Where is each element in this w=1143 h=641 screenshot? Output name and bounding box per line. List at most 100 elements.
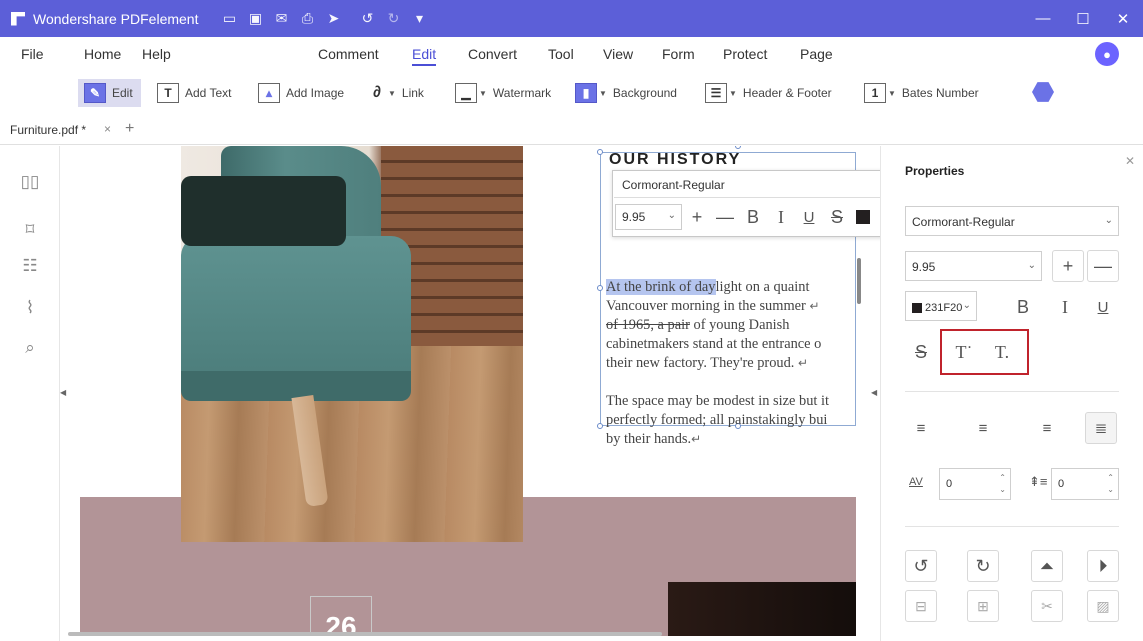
align-center-button[interactable]: ≡ (967, 412, 999, 444)
menu-form[interactable]: Form (662, 46, 695, 62)
redo-icon[interactable]: ↻ (380, 10, 406, 27)
add-image-button[interactable]: ▴ Add Image (258, 79, 344, 107)
link-button[interactable]: ∂ ▼ Link (366, 79, 424, 107)
title-bar: Wondershare PDFelement ▭ ▣ ✉ ⎙ ➤ ↺ ↻ ▾ —… (0, 0, 1143, 37)
background-button[interactable]: ▮ ▼ Background (575, 79, 677, 107)
properties-font-select[interactable]: Cormorant-Regular ⌄ (905, 206, 1119, 236)
resize-handle[interactable] (597, 285, 603, 291)
menu-tool[interactable]: Tool (548, 46, 574, 62)
character-spacing-icon: AV (909, 476, 923, 488)
heading-fragment: OUR HISTORY (609, 151, 742, 165)
background-icon: ▮ (575, 83, 597, 103)
line-spacing-icon: ⇞≡ (1029, 474, 1048, 489)
customize-icon[interactable]: ▾ (406, 10, 432, 27)
header-footer-icon: ☰ (705, 83, 727, 103)
rotate-right-icon[interactable]: ↻ (967, 550, 999, 582)
line-spacing-input[interactable]: 0 ⌃ ⌄ (1051, 468, 1119, 500)
menu-home[interactable]: Home (84, 46, 121, 62)
justify-button[interactable]: ≣ (1085, 412, 1117, 444)
decrease-size-button[interactable]: — (1087, 250, 1119, 282)
flip-horizontal-icon[interactable]: ⏵ (1087, 550, 1119, 582)
menu-help[interactable]: Help (142, 46, 171, 62)
print-icon[interactable]: ⎙ (294, 10, 320, 27)
save-icon[interactable]: ▣ (242, 10, 268, 27)
maximize-button[interactable]: ☐ (1063, 0, 1103, 37)
resize-handle[interactable] (597, 149, 603, 155)
crop-icon[interactable]: ✂ (1031, 590, 1063, 622)
replace-image-icon[interactable]: ▨ (1087, 590, 1119, 622)
align-bottom-icon[interactable]: ⊟ (905, 590, 937, 622)
selected-text[interactable]: At the brink of day (606, 279, 716, 295)
rotate-left-icon[interactable]: ↺ (905, 550, 937, 582)
menu-protect[interactable]: Protect (723, 46, 767, 62)
menu-file[interactable]: File (21, 46, 44, 62)
edit-icon: ✎ (84, 83, 106, 103)
strikethrough-button[interactable]: S (905, 336, 937, 368)
properties-size-select[interactable]: 9.95 ⌄ (905, 251, 1042, 281)
mail-icon[interactable]: ✉ (268, 10, 294, 27)
undo-icon[interactable]: ↺ (354, 10, 380, 27)
flip-vertical-icon[interactable]: ⏶ (1031, 550, 1063, 582)
bold-button[interactable]: B (740, 204, 766, 230)
font-size-select[interactable]: 9.95 ⌄ (615, 204, 682, 230)
add-text-button[interactable]: T Add Text (157, 79, 231, 107)
spinner-arrows-icon[interactable]: ⌃ ⌄ (1107, 472, 1114, 496)
menu-view[interactable]: View (603, 46, 633, 62)
app-title: Wondershare PDFelement (33, 10, 199, 27)
horizontal-scrollbar[interactable] (68, 632, 662, 636)
menu-page[interactable]: Page (800, 46, 833, 62)
bates-number-icon: 1 (864, 83, 886, 103)
user-avatar-icon[interactable]: ● (1095, 42, 1119, 66)
italic-button[interactable]: I (1049, 291, 1081, 323)
bold-button[interactable]: B (1007, 291, 1039, 323)
collapse-right-panel-icon[interactable]: ◀ (871, 388, 877, 397)
underline-button[interactable]: U (796, 204, 822, 230)
thumbnails-icon[interactable]: ▯▯ (18, 170, 42, 194)
document-tab[interactable]: Furniture.pdf * (10, 123, 86, 137)
new-tab-icon[interactable]: + (125, 120, 134, 138)
bates-number-label: Bates Number (901, 86, 979, 100)
strikethrough-button[interactable]: S (824, 204, 850, 230)
collapse-left-panel-icon[interactable]: ◀ (60, 388, 66, 397)
spinner-arrows-icon[interactable]: ⌃ ⌄ (999, 472, 1006, 496)
menu-edit[interactable]: Edit (412, 46, 437, 66)
increase-size-button[interactable]: + (684, 204, 710, 230)
tab-close-icon[interactable]: × (104, 122, 111, 136)
sofa-photo[interactable] (181, 146, 523, 542)
menu-comment[interactable]: Comment (318, 46, 379, 62)
chevron-down-icon: ⌄ (667, 210, 676, 221)
background-dropdown-icon: ▼ (599, 88, 607, 98)
search-icon[interactable]: ⌕ (18, 336, 42, 360)
increase-size-button[interactable]: + (1052, 250, 1084, 282)
comments-icon[interactable]: ☷ (18, 254, 42, 278)
align-left-button[interactable]: ≡ (905, 412, 937, 444)
attachment-icon[interactable]: ⌇ (18, 296, 42, 320)
distribute-icon[interactable]: ⊞ (967, 590, 999, 622)
bookmark-icon[interactable]: ⌑ (18, 218, 42, 242)
close-icon[interactable]: ✕ (1125, 154, 1135, 168)
resize-handle[interactable] (597, 423, 603, 429)
text-scrollbar[interactable] (857, 258, 861, 304)
close-button[interactable]: ✕ (1103, 0, 1143, 37)
watermark-button[interactable]: ▁ ▼ Watermark (455, 79, 551, 107)
edit-button[interactable]: ✎ Edit (78, 79, 141, 107)
paragraph-text[interactable]: At the brink of daylight on a quaint Van… (606, 240, 856, 506)
underline-button[interactable]: U (1087, 291, 1119, 323)
dark-image-block (668, 582, 856, 636)
decrease-size-button[interactable]: — (712, 204, 738, 230)
italic-button[interactable]: I (768, 204, 794, 230)
bates-number-button[interactable]: 1 ▼ Bates Number (864, 79, 979, 107)
text-color-button[interactable] (852, 204, 874, 230)
properties-color-select[interactable]: 231F20 ⌄ (905, 291, 977, 321)
header-footer-button[interactable]: ☰ ▼ Header & Footer (705, 79, 832, 107)
share-icon[interactable]: ➤ (320, 10, 346, 27)
edit-toolbar: ✎ Edit T Add Text ▴ Add Image ∂ ▼ Link ▁… (0, 73, 1143, 113)
character-spacing-input[interactable]: 0 ⌃ ⌄ (939, 468, 1011, 500)
align-right-button[interactable]: ≡ (1031, 412, 1063, 444)
resize-handle[interactable] (735, 146, 741, 149)
menu-convert[interactable]: Convert (468, 46, 517, 62)
watermark-label: Watermark (492, 86, 552, 100)
minimize-button[interactable]: — (1023, 0, 1063, 37)
font-family-select[interactable]: Cormorant-Regular ⌄ (614, 172, 898, 198)
folder-icon[interactable]: ▭ (216, 10, 242, 27)
